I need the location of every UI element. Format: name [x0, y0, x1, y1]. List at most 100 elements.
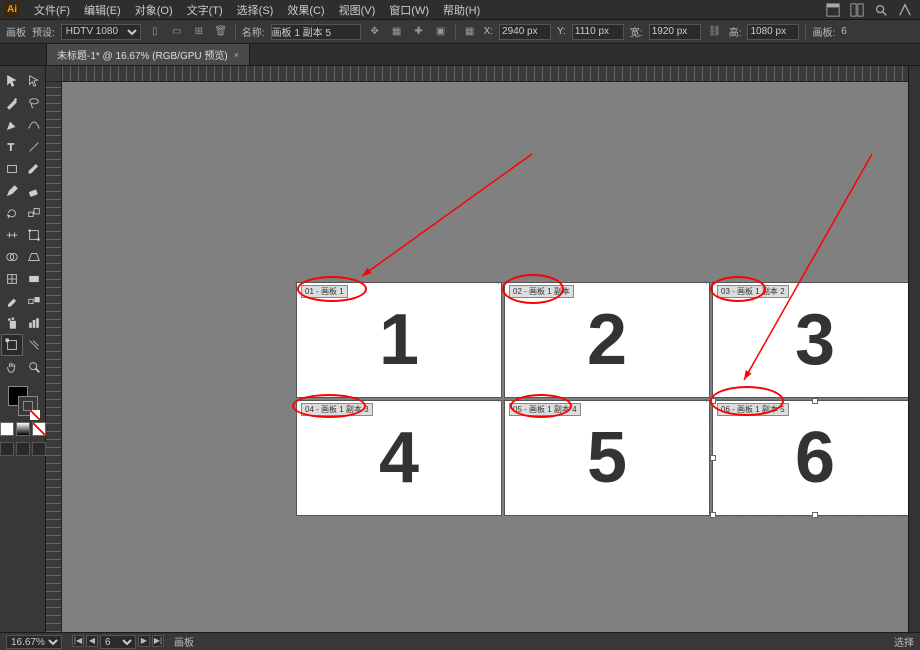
rectangle-tool[interactable]	[1, 158, 23, 180]
scale-tool[interactable]	[23, 202, 45, 224]
draw-normal-icon[interactable]	[0, 442, 14, 456]
ref-point-icon[interactable]: ▦	[389, 24, 405, 40]
link-wh-icon[interactable]: ⛓	[707, 24, 723, 40]
document-tab-bar: 未标题-1* @ 16.67% (RGB/GPU 预览) ×	[0, 44, 920, 66]
status-bar: 16.67% |◀ ◀ 6 ▶ ▶| 画板 选择	[0, 632, 920, 650]
resize-handle[interactable]	[710, 455, 716, 461]
rotate-tool[interactable]	[1, 202, 23, 224]
menu-effect[interactable]: 效果(C)	[281, 0, 330, 20]
artboard-content-number: 5	[505, 401, 709, 515]
width-tool[interactable]	[1, 224, 23, 246]
free-transform-tool[interactable]	[23, 224, 45, 246]
resize-handle[interactable]	[710, 398, 716, 404]
paintbrush-tool[interactable]	[23, 158, 45, 180]
artboard-name-input[interactable]	[271, 24, 361, 40]
h-label: 高:	[729, 24, 742, 39]
svg-text:T: T	[7, 142, 14, 154]
workspace-switcher-icon[interactable]	[824, 1, 842, 19]
nav-prev-button[interactable]: ◀	[86, 635, 98, 647]
sync-settings-icon[interactable]	[896, 1, 914, 19]
color-mode-solid[interactable]	[0, 422, 14, 436]
artboard-content-number: 1	[297, 283, 501, 397]
ruler-vertical[interactable]	[46, 82, 62, 632]
artboard[interactable]: 04 - 画板 1 副本 3⌜⌝4	[296, 400, 502, 516]
new-artboard-icon[interactable]: ⊞	[191, 24, 207, 40]
arrange-documents-icon[interactable]	[848, 1, 866, 19]
artboard-tool[interactable]	[1, 334, 23, 356]
search-icon[interactable]	[872, 1, 890, 19]
resize-handle[interactable]	[812, 512, 818, 518]
column-graph-tool[interactable]	[23, 312, 45, 334]
eraser-tool[interactable]	[23, 180, 45, 202]
right-panel-dock[interactable]	[908, 66, 920, 632]
pencil-tool[interactable]	[1, 180, 23, 202]
show-cross-icon[interactable]: ✚	[411, 24, 427, 40]
nav-last-button[interactable]: ▶|	[152, 635, 164, 647]
direct-selection-tool[interactable]	[23, 70, 45, 92]
y-input[interactable]	[572, 24, 624, 40]
slice-tool[interactable]	[23, 334, 45, 356]
artboard[interactable]: 05 - 画板 1 副本 4⌜⌝5	[504, 400, 710, 516]
menu-view[interactable]: 视图(V)	[333, 0, 382, 20]
artboard-index-select[interactable]: 6	[100, 635, 136, 649]
ruler-origin[interactable]	[46, 66, 62, 82]
menu-select[interactable]: 选择(S)	[231, 0, 280, 20]
artboard[interactable]: 01 - 画板 1⌜⌝1	[296, 282, 502, 398]
eyedropper-tool[interactable]	[1, 290, 23, 312]
mesh-tool[interactable]	[1, 268, 23, 290]
symbol-sprayer-tool[interactable]	[1, 312, 23, 334]
document-tab[interactable]: 未标题-1* @ 16.67% (RGB/GPU 预览) ×	[46, 43, 250, 65]
draw-inside-icon[interactable]	[32, 442, 46, 456]
reference-grid-icon[interactable]: ▦	[462, 24, 478, 40]
color-mode-none[interactable]	[32, 422, 46, 436]
blend-tool[interactable]	[23, 290, 45, 312]
orientation-portrait-icon[interactable]: ▯	[147, 24, 163, 40]
type-tool[interactable]: T	[1, 136, 23, 158]
x-input[interactable]	[499, 24, 551, 40]
resize-handle[interactable]	[710, 512, 716, 518]
ruler-horizontal[interactable]	[62, 66, 908, 82]
magic-wand-tool[interactable]	[1, 92, 23, 114]
selection-tool[interactable]	[1, 70, 23, 92]
gradient-tool[interactable]	[23, 268, 45, 290]
show-safe-icon[interactable]: ▣	[433, 24, 449, 40]
lasso-tool[interactable]	[23, 92, 45, 114]
status-selection-hint: 选择	[894, 634, 914, 649]
menu-edit[interactable]: 编辑(E)	[78, 0, 127, 20]
curvature-tool[interactable]	[23, 114, 45, 136]
hand-tool[interactable]	[1, 356, 23, 378]
artboard-content-number: 2	[505, 283, 709, 397]
viewport[interactable]: 01 - 画板 1⌜⌝102 - 画板 1 副本⌜⌝203 - 画板 1 副本 …	[62, 82, 908, 632]
delete-artboard-icon[interactable]: 🗑	[213, 24, 229, 40]
x-label: X:	[484, 26, 493, 37]
zoom-tool[interactable]	[23, 356, 45, 378]
w-input[interactable]	[649, 24, 701, 40]
zoom-select[interactable]: 16.67%	[6, 635, 62, 649]
line-tool[interactable]	[23, 136, 45, 158]
menu-object[interactable]: 对象(O)	[129, 0, 179, 20]
menu-help[interactable]: 帮助(H)	[437, 0, 486, 20]
menu-type[interactable]: 文字(T)	[181, 0, 229, 20]
artboard[interactable]: 03 - 画板 1 副本 2⌜⌝3	[712, 282, 908, 398]
canvas-area[interactable]: 01 - 画板 1⌜⌝102 - 画板 1 副本⌜⌝203 - 画板 1 副本 …	[46, 66, 908, 632]
shape-builder-tool[interactable]	[1, 246, 23, 268]
perspective-grid-tool[interactable]	[23, 246, 45, 268]
artboard[interactable]: 02 - 画板 1 副本⌜⌝2	[504, 282, 710, 398]
nav-first-button[interactable]: |◀	[72, 635, 84, 647]
pen-tool[interactable]	[1, 114, 23, 136]
menu-file[interactable]: 文件(F)	[28, 0, 76, 20]
move-artwork-icon[interactable]: ✥	[367, 24, 383, 40]
orientation-landscape-icon[interactable]: ▭	[169, 24, 185, 40]
preset-select[interactable]: HDTV 1080	[61, 24, 141, 40]
fill-stroke-swatches[interactable]	[6, 384, 40, 418]
panel-label: 画板	[6, 24, 26, 39]
nav-next-button[interactable]: ▶	[138, 635, 150, 647]
resize-handle[interactable]	[812, 398, 818, 404]
close-tab-icon[interactable]: ×	[234, 50, 239, 60]
artboard-navigator: |◀ ◀ 6 ▶ ▶|	[72, 635, 164, 649]
draw-behind-icon[interactable]	[16, 442, 30, 456]
artboard[interactable]: 06 - 画板 1 副本 5⌜⌝6	[712, 400, 908, 516]
menu-window[interactable]: 窗口(W)	[383, 0, 435, 20]
color-mode-gradient[interactable]	[16, 422, 30, 436]
h-input[interactable]	[747, 24, 799, 40]
